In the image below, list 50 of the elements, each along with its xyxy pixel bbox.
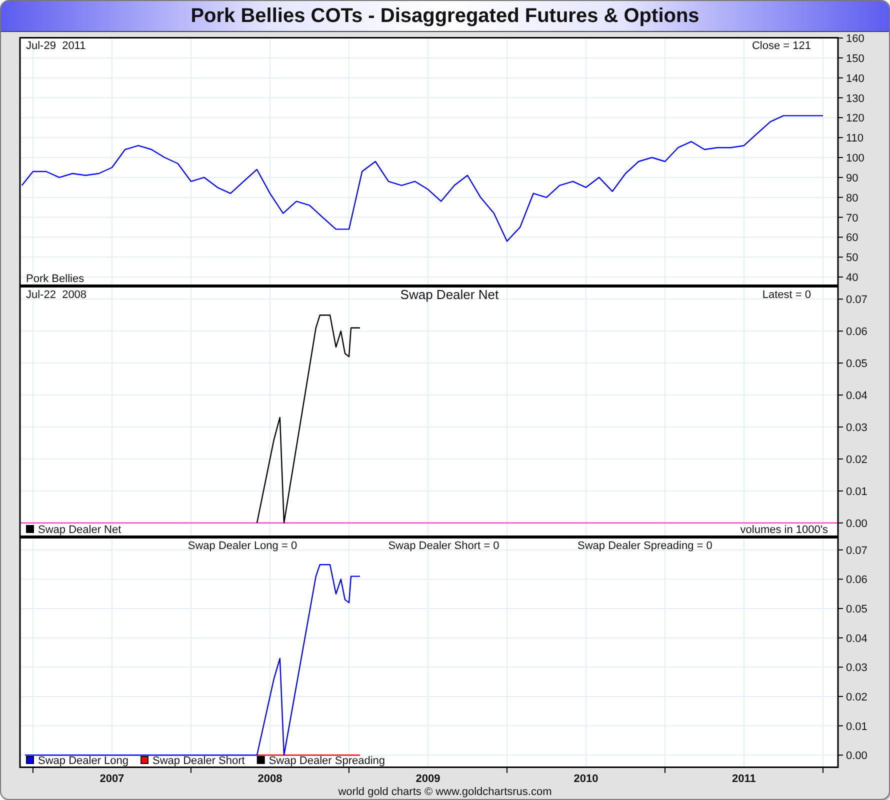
- axis-label: 0.02: [846, 691, 868, 704]
- chart-title: Pork Bellies COTs - Disaggregated Futures & Options: [190, 4, 700, 28]
- axis-label: 0.04: [846, 632, 868, 645]
- axis-label: 0.02: [846, 454, 868, 466]
- axis-label: 0.06: [846, 326, 868, 338]
- axis-label: 0.01: [846, 720, 868, 733]
- chart-reading: Latest = 0: [762, 289, 811, 301]
- axis-label: 0.00: [846, 750, 868, 762]
- chart-reading: Swap Dealer Spreading = 0: [578, 540, 712, 552]
- legend-label: Pork Bellies: [26, 273, 84, 285]
- chart-reading: Close = 121: [752, 40, 811, 52]
- axis-label: 2007: [100, 773, 124, 785]
- axis-label: 0.03: [846, 422, 868, 434]
- axis-label: 160: [846, 33, 864, 45]
- legend-label: Swap Dealer Long: [38, 755, 129, 767]
- axis-label: 150: [846, 52, 864, 65]
- axis-label: 2011: [732, 773, 756, 785]
- axis-label: 2008: [258, 773, 282, 785]
- date-label: Jul-22 2008: [26, 289, 87, 301]
- legend-label: Swap Dealer Short: [152, 755, 245, 767]
- axis-label: 90: [846, 172, 858, 184]
- chart-reading: Swap Dealer Long = 0: [188, 540, 298, 552]
- axis-label: 130: [846, 92, 864, 105]
- axis-label: 0.05: [846, 358, 868, 370]
- axis-label: 60: [846, 232, 858, 244]
- legend-label: Swap Dealer Spreading: [268, 755, 386, 767]
- date-label: Jul-29 2011: [26, 40, 86, 52]
- axis-label: 0.07: [846, 544, 868, 557]
- axis-label: 120: [846, 112, 864, 125]
- axis-label: 0.00: [846, 518, 868, 530]
- axis-label: 0.03: [846, 662, 868, 674]
- axis-label: 0.05: [846, 604, 868, 616]
- axis-label: 2010: [574, 773, 598, 785]
- axis-label: 50: [846, 252, 858, 264]
- axis-label: 110: [846, 132, 864, 145]
- chart-note: volumes in 1000's: [740, 524, 828, 536]
- axis-label: 2009: [416, 773, 440, 785]
- axis-label: 0.01: [846, 486, 868, 498]
- footer-credit: world gold charts © www.goldchartsrus.com: [338, 786, 552, 798]
- axis-label: 0.04: [846, 390, 868, 402]
- chart-reading: Swap Dealer Short = 0: [388, 540, 500, 552]
- axis-label: 0.06: [846, 574, 868, 586]
- axis-label: 80: [846, 192, 858, 204]
- panel-title: Swap Dealer Net: [400, 287, 499, 302]
- axis-label: 100: [846, 152, 864, 165]
- axis-label: 70: [846, 212, 858, 224]
- legend-label: Swap Dealer Net: [38, 524, 122, 536]
- axis-label: 40: [846, 272, 858, 284]
- axis-label: 140: [846, 72, 864, 85]
- axis-label: 0.07: [846, 294, 868, 306]
